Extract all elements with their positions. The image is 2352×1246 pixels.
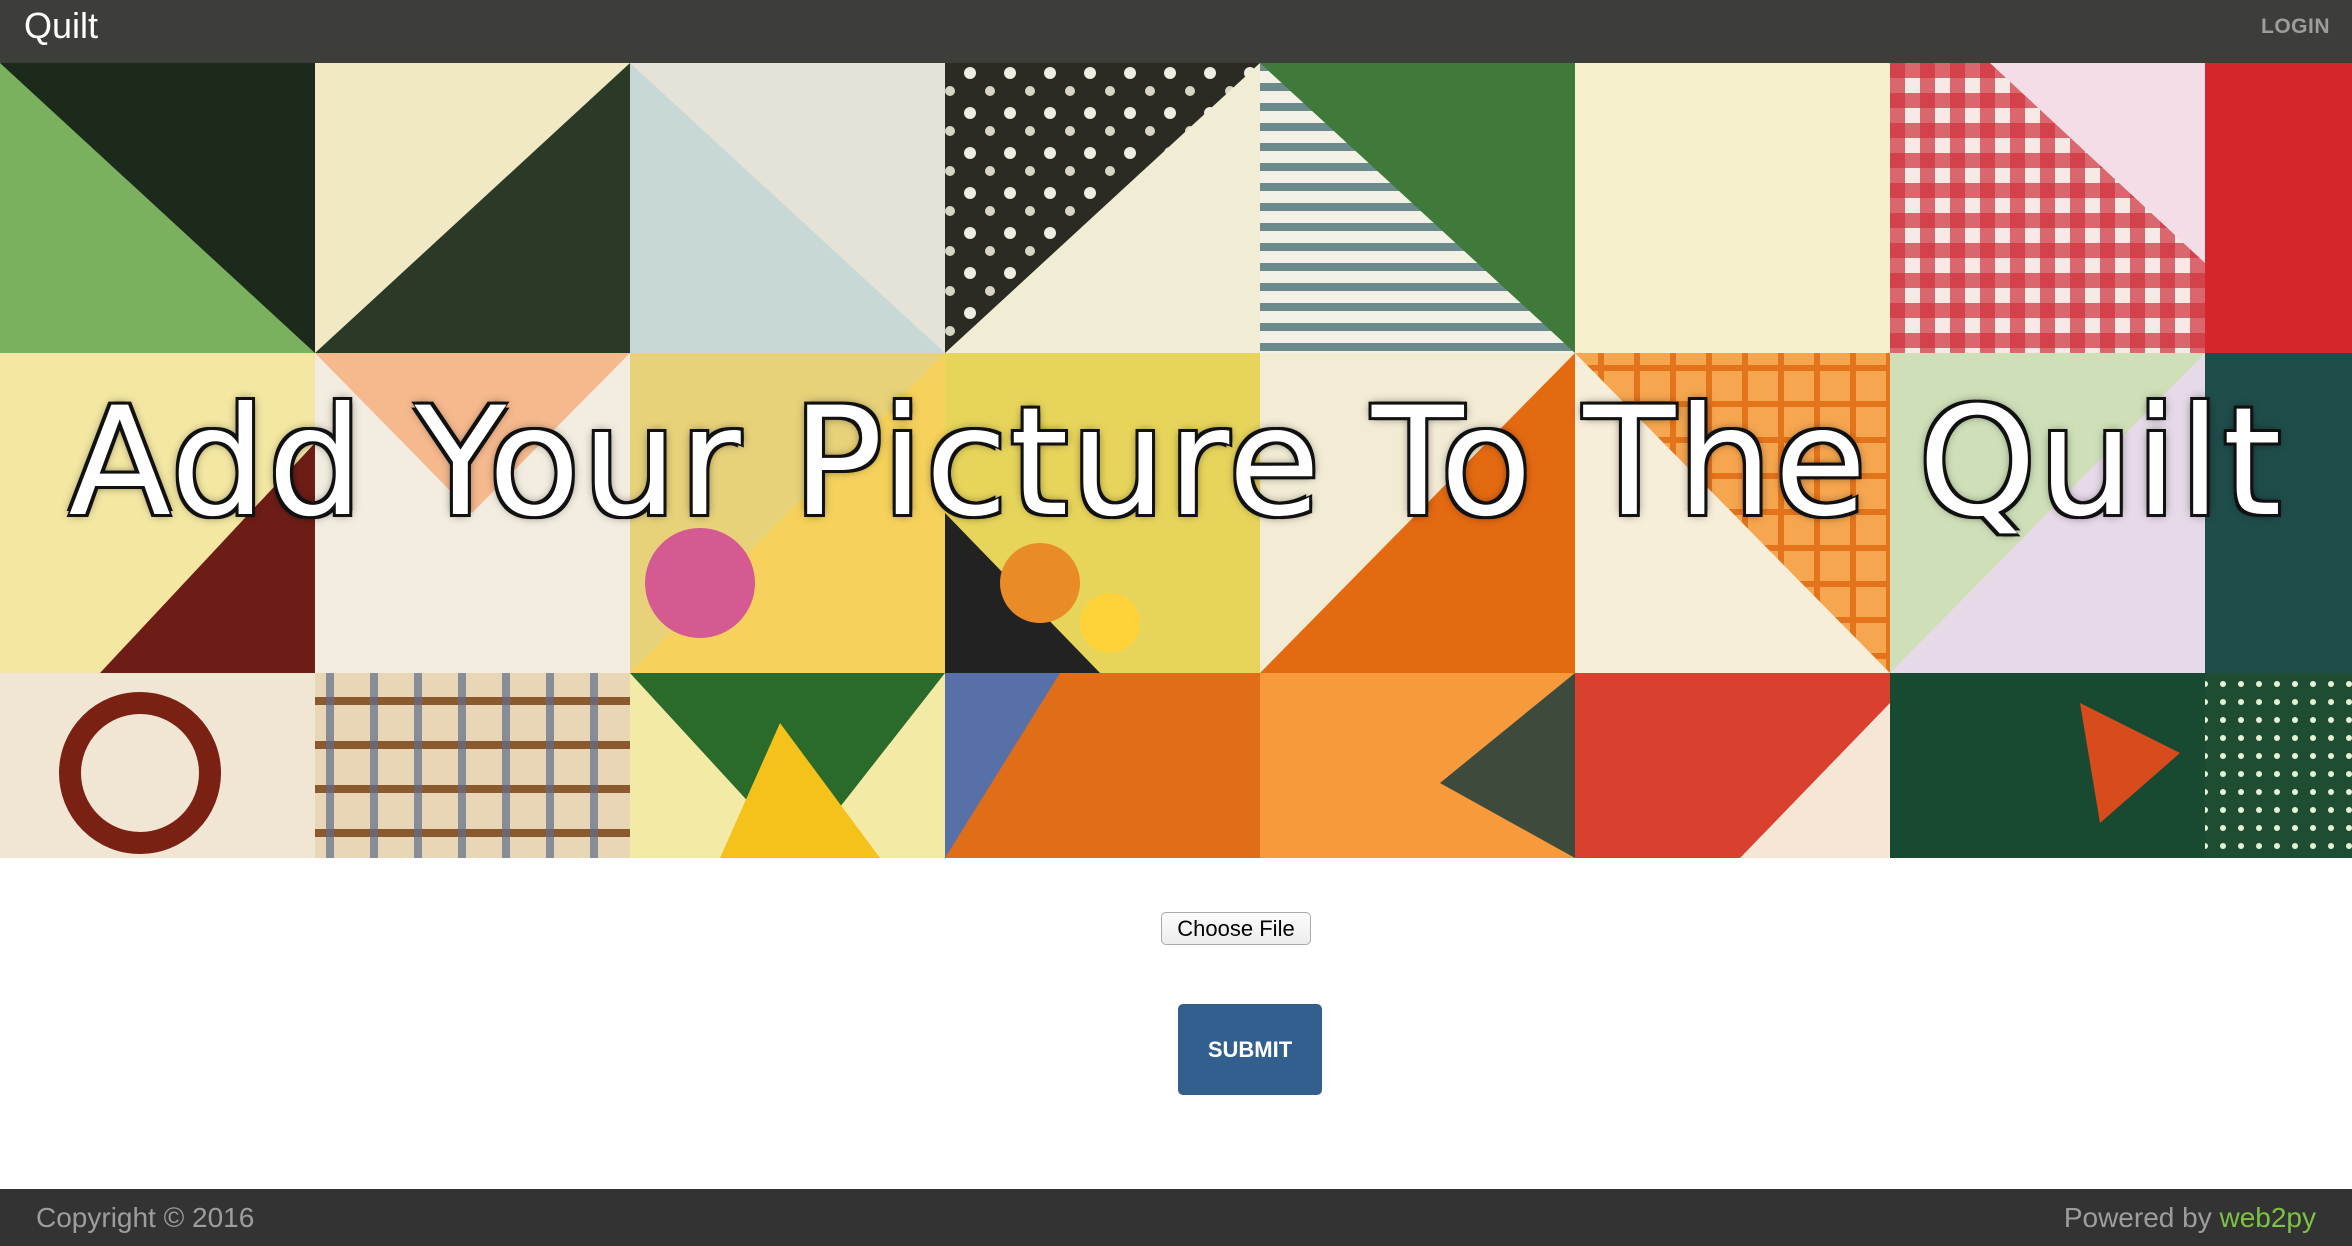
powered-by-text: Powered by web2py: [2064, 1202, 2316, 1234]
powered-by-prefix: Powered by: [2063, 1202, 2212, 1233]
brand-logo[interactable]: Quilt: [24, 6, 98, 46]
copyright-text: Copyright © 2016: [36, 1202, 255, 1233]
choose-file-button[interactable]: Choose File: [1161, 912, 1311, 945]
hero-title: Add Your Picture To The Quilt: [68, 376, 2284, 550]
hero-banner: Add Your Picture To The Quilt: [0, 63, 2352, 858]
web2py-link[interactable]: web2py: [2219, 1202, 2316, 1233]
submit-button[interactable]: SUBMIT: [1178, 1004, 1322, 1095]
login-link[interactable]: LOGIN: [2261, 15, 2330, 39]
page-footer: Copyright © 2016 Powered by web2py: [0, 1189, 2352, 1246]
top-navbar: Quilt LOGIN: [0, 0, 2352, 63]
